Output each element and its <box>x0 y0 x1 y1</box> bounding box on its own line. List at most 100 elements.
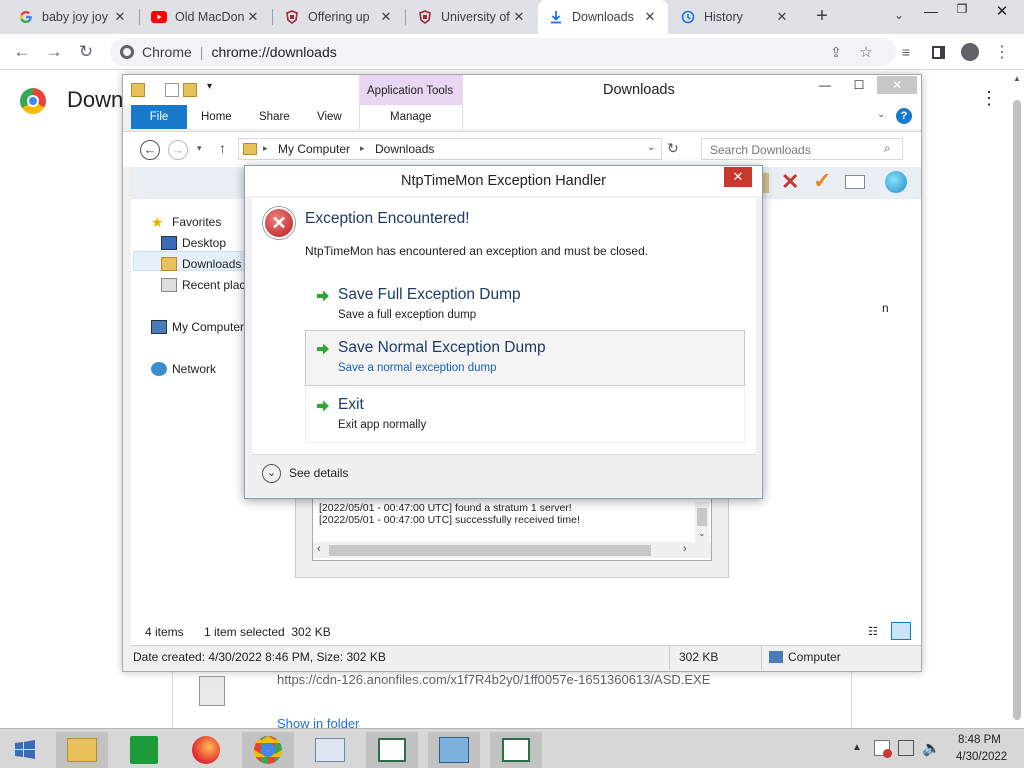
tray-chevron-icon[interactable]: ▲ <box>852 742 862 753</box>
search-box[interactable]: Search Downloads ⌕ <box>701 138 903 160</box>
taskbar-file-explorer[interactable] <box>56 732 108 768</box>
explorer-titlebar: ▾ Application Tools Downloads — ☐ ✕ <box>123 75 921 105</box>
tab-baby-joy[interactable]: baby joy joy ✕ <box>8 0 138 34</box>
clock-time[interactable]: 8:48 PM <box>958 734 1001 746</box>
tab-downloads[interactable]: Downloads ✕ <box>538 0 668 34</box>
up-icon[interactable]: ↑ <box>219 140 226 156</box>
download-url[interactable]: https://cdn-126.anonfiles.com/x1f7R4b2y0… <box>277 672 710 687</box>
nav-desktop[interactable]: Desktop <box>161 236 226 250</box>
large-icons-view-icon[interactable] <box>891 622 911 640</box>
search-icon[interactable]: ⌕ <box>884 141 891 156</box>
address-bar[interactable]: ▸ My Computer ▸ Downloads ⌄ <box>238 138 662 160</box>
dialog-close-button[interactable]: ✕ <box>724 167 752 187</box>
taskbar-chrome[interactable] <box>242 732 294 768</box>
properties-icon[interactable] <box>165 83 179 97</box>
nav-recent[interactable]: Recent plac <box>161 278 245 292</box>
network-icon <box>151 362 167 376</box>
breadcrumb-my-computer[interactable]: My Computer <box>278 142 350 156</box>
forward-icon[interactable]: → <box>168 140 188 160</box>
youtube-icon <box>151 9 167 25</box>
dialog-body: ✕ Exception Encountered! NtpTimeMon has … <box>252 198 756 454</box>
address-dropdown-icon[interactable]: ⌄ <box>647 142 655 153</box>
minimize-button[interactable]: — <box>916 3 946 23</box>
start-button[interactable] <box>0 732 50 768</box>
option-save-full-dump[interactable]: Save Full Exception Dump Save a full exc… <box>305 277 745 333</box>
restore-button[interactable]: ❐ <box>950 2 974 22</box>
tab-divider <box>139 9 140 25</box>
star-icon: ★ <box>151 214 164 230</box>
tab-offering-up[interactable]: Offering up ✕ <box>274 0 404 34</box>
taskbar-control-panel[interactable] <box>428 732 480 768</box>
details-view-icon[interactable]: ☷ <box>868 625 878 638</box>
taskbar-ntptimemon[interactable] <box>490 732 542 768</box>
close-window-button[interactable]: ✕ <box>990 2 1014 22</box>
share-icon[interactable]: ⇪ <box>822 38 850 66</box>
side-panel-icon[interactable] <box>924 38 952 66</box>
chevron-down-icon[interactable]: ⌄ <box>262 464 281 483</box>
close-icon[interactable]: ✕ <box>642 9 658 25</box>
nav-my-computer[interactable]: My Computer <box>151 320 244 334</box>
expand-ribbon-icon[interactable]: ⌄ <box>877 109 885 120</box>
option-save-normal-dump[interactable]: Save Normal Exception Dump Save a normal… <box>305 330 745 386</box>
ribbon-tab-view[interactable]: View <box>317 111 342 123</box>
dialog-heading: Exception Encountered! <box>305 210 470 227</box>
breadcrumb-downloads[interactable]: Downloads <box>375 142 434 156</box>
menu-dots-icon[interactable]: ⋮ <box>988 38 1016 66</box>
close-icon[interactable]: ✕ <box>774 9 790 25</box>
close-icon[interactable]: ✕ <box>245 9 261 25</box>
network-tray-icon[interactable] <box>898 740 914 756</box>
taskbar-firefox[interactable] <box>180 732 232 768</box>
tab-search-button[interactable]: ⌄ <box>888 8 910 26</box>
rename-icon[interactable] <box>845 175 865 189</box>
new-folder-icon[interactable] <box>183 83 197 97</box>
nav-favorites[interactable]: ★ Favorites <box>151 215 221 229</box>
page-menu-icon[interactable]: ⋮ <box>980 88 998 109</box>
recent-locations-icon[interactable]: ▾ <box>197 143 202 154</box>
tab-university[interactable]: University of ✕ <box>407 0 537 34</box>
media-controls-icon[interactable]: ≡ <box>892 38 920 66</box>
action-center-flag-icon[interactable] <box>874 740 892 758</box>
new-tab-button[interactable]: + <box>810 5 834 29</box>
see-details-toggle[interactable]: See details <box>289 466 348 480</box>
forward-button[interactable]: → <box>40 38 68 66</box>
taskbar-perfmon[interactable] <box>304 732 356 768</box>
university-logo-icon <box>284 9 300 25</box>
nav-network[interactable]: Network <box>151 362 216 376</box>
page-scrollbar[interactable]: ▲ <box>1010 70 1024 728</box>
store-icon <box>130 736 158 764</box>
volume-muted-icon[interactable]: 🔈 <box>922 739 941 757</box>
reload-button[interactable]: ↻ <box>72 38 100 66</box>
delete-icon[interactable]: ✕ <box>781 169 799 195</box>
tab-history[interactable]: History ✕ <box>670 0 800 34</box>
clock-date[interactable]: 4/30/2022 <box>956 751 1007 763</box>
omnibox[interactable]: Chrome | chrome://downloads <box>110 38 896 66</box>
globe-icon[interactable] <box>885 171 907 193</box>
nav-downloads[interactable]: Downloads <box>161 257 241 271</box>
taskbar-store[interactable] <box>118 732 170 768</box>
log-textbox[interactable]: [2022/05/01 - 00:47:00 UTC] found a stra… <box>312 497 712 561</box>
log-vscroll[interactable]: ⌄ <box>695 502 709 542</box>
help-icon[interactable]: ? <box>896 108 912 124</box>
ribbon-tab-file[interactable]: File <box>131 105 187 129</box>
back-button[interactable]: ← <box>8 38 36 66</box>
option-exit[interactable]: Exit Exit app normally <box>305 387 745 443</box>
customize-toolbar-icon[interactable]: ▾ <box>207 81 212 92</box>
close-icon[interactable]: ✕ <box>112 9 128 25</box>
close-icon[interactable]: ✕ <box>378 9 394 25</box>
bookmark-star-icon[interactable]: ☆ <box>852 38 880 66</box>
check-icon[interactable]: ✓ <box>813 168 831 194</box>
ribbon-tab-share[interactable]: Share <box>259 111 290 123</box>
ribbon-tab-manage[interactable]: Manage <box>390 111 432 123</box>
refresh-icon[interactable]: ↻ <box>667 140 679 157</box>
tab-old-macdonald[interactable]: Old MacDon ✕ <box>141 0 271 34</box>
log-hscroll[interactable]: ‹ › <box>313 542 711 558</box>
back-icon[interactable]: ← <box>140 140 160 160</box>
maximize-button[interactable]: ☐ <box>847 78 871 96</box>
taskbar-app-window[interactable] <box>366 732 418 768</box>
close-button[interactable]: ✕ <box>877 76 917 94</box>
close-icon[interactable]: ✕ <box>511 9 527 25</box>
profile-avatar[interactable] <box>956 38 984 66</box>
minimize-button[interactable]: — <box>813 78 837 96</box>
status-bar: 4 items 1 item selected 302 KB ☷ <box>131 619 921 645</box>
ribbon-tab-home[interactable]: Home <box>201 111 232 123</box>
